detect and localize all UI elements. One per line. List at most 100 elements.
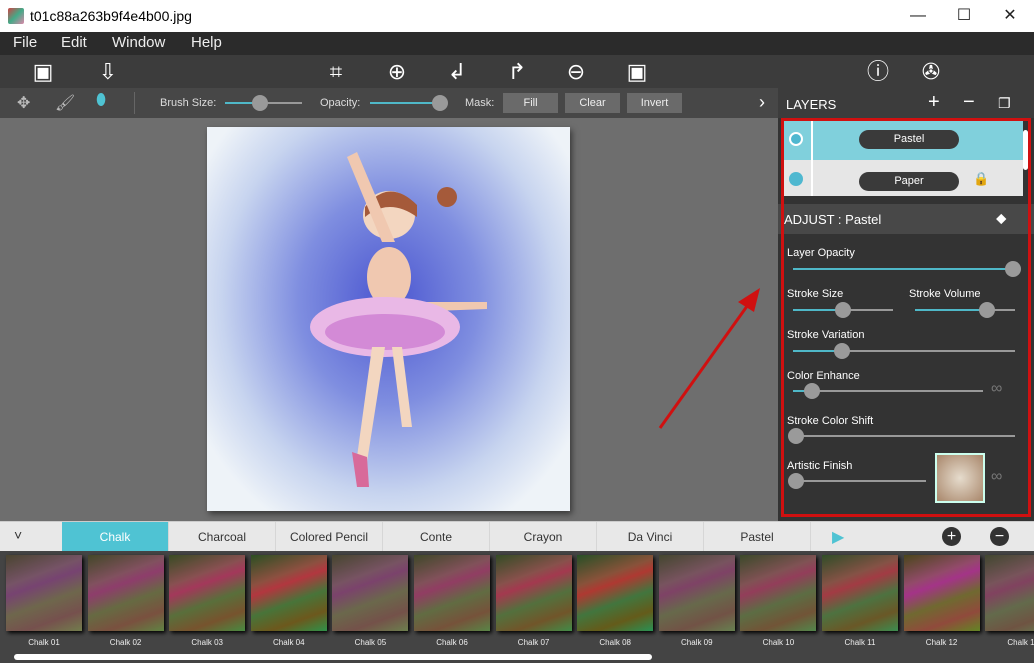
mask-clear-button[interactable]: Clear bbox=[565, 93, 620, 113]
tab-crayon[interactable]: Crayon bbox=[490, 522, 597, 552]
color-enhance-slider[interactable] bbox=[793, 383, 983, 399]
preset-label: Chalk 01 bbox=[28, 638, 60, 647]
layer-item-paper[interactable]: Paper 🔒 bbox=[781, 160, 1023, 196]
preset-label: Chalk 05 bbox=[354, 638, 387, 647]
tab-conte[interactable]: Conte bbox=[383, 522, 490, 552]
red-arrow-annotation bbox=[658, 288, 760, 429]
link-icon[interactable]: ∞ bbox=[991, 380, 1002, 398]
brush-size-slider[interactable] bbox=[225, 95, 302, 111]
preset-label: Chalk 12 bbox=[925, 638, 958, 647]
collapse-chevron-icon[interactable]: ˅ bbox=[14, 527, 22, 543]
save-icon[interactable]: ⇩ bbox=[95, 59, 121, 85]
zoom-out-icon[interactable]: ⊖ bbox=[563, 59, 589, 85]
preset-label: Chalk 08 bbox=[599, 638, 631, 647]
eraser-icon[interactable]: ⬮ bbox=[96, 92, 106, 110]
expand-chevron-icon[interactable]: › bbox=[759, 92, 765, 113]
maximize-button[interactable]: ☐ bbox=[941, 0, 987, 32]
settings-icon[interactable]: ✇ bbox=[918, 59, 944, 85]
preset-label: Chalk 09 bbox=[681, 638, 713, 647]
tab-da-vinci[interactable]: Da Vinci bbox=[597, 522, 704, 552]
preset-label: Chalk 03 bbox=[191, 638, 223, 647]
adjust-title: ADJUST : Pastel bbox=[784, 212, 882, 227]
ballerina-illustration bbox=[310, 152, 487, 487]
brush-options-bar: ✥ 🖌 ⬮ Brush Size: Opacity: Mask: Fill Cl… bbox=[0, 88, 778, 118]
open-image-icon[interactable]: ▣ bbox=[30, 59, 56, 85]
preset-thumbnail[interactable] bbox=[414, 555, 490, 631]
preset-label: Chalk 06 bbox=[436, 638, 468, 647]
layer-visibility-toggle[interactable] bbox=[789, 172, 803, 186]
preset-thumbnail[interactable] bbox=[658, 555, 735, 631]
preset-thumbnail[interactable] bbox=[985, 555, 1034, 631]
add-preset-button[interactable]: + bbox=[942, 527, 961, 546]
preset-thumbnail[interactable] bbox=[250, 555, 327, 631]
layer-name[interactable]: Paper bbox=[859, 172, 959, 191]
undo-icon[interactable]: ↲ bbox=[444, 59, 470, 85]
menu-window[interactable]: Window bbox=[112, 34, 165, 51]
title-bar: t01c88a263b9f4e4b00.jpg — ☐ ✕ bbox=[0, 0, 1034, 32]
preset-thumbnail[interactable] bbox=[577, 555, 654, 631]
layers-title: LAYERS bbox=[786, 97, 837, 112]
stroke-variation-slider[interactable] bbox=[793, 343, 1015, 359]
move-icon[interactable]: ✥ bbox=[17, 93, 30, 113]
crop-icon[interactable]: ⌗ bbox=[323, 59, 349, 85]
mask-fill-button[interactable]: Fill bbox=[503, 93, 558, 113]
minimize-button[interactable]: — bbox=[895, 0, 941, 32]
menu-file[interactable]: File bbox=[13, 34, 37, 51]
menu-edit[interactable]: Edit bbox=[61, 34, 87, 51]
layer-name[interactable]: Pastel bbox=[859, 130, 959, 149]
link-icon[interactable]: ∞ bbox=[991, 468, 1002, 486]
layer-visibility-toggle[interactable] bbox=[789, 132, 803, 146]
preset-strip: Chalk 01 Chalk 02 Chalk 03 Chalk 04 Chalk 05… bbox=[0, 551, 1034, 663]
layers-scrollbar[interactable] bbox=[1023, 130, 1028, 170]
duplicate-layer-icon[interactable]: ❐ bbox=[998, 95, 1011, 112]
lock-icon[interactable]: 🔒 bbox=[973, 171, 989, 187]
remove-layer-button[interactable]: − bbox=[963, 91, 975, 114]
fit-image-icon[interactable]: ▣ bbox=[624, 59, 650, 85]
right-panel: LAYERS + − ❐ Pastel Paper 🔒 ADJUST : Pas… bbox=[778, 88, 1034, 521]
style-tabs: ˅ Chalk Charcoal Colored Pencil Conte Cr… bbox=[0, 521, 1034, 552]
adjust-header: ADJUST : Pastel ⬥ bbox=[778, 204, 1034, 234]
main-toolbar: ▣ ⇩ ⌗ ⊕ ↲ ↱ ⊖ ▣ ⓘ ✇ bbox=[0, 55, 1034, 88]
preset-thumbnail[interactable] bbox=[822, 555, 898, 631]
tab-chalk[interactable]: Chalk bbox=[62, 522, 169, 552]
redo-icon[interactable]: ↱ bbox=[504, 59, 530, 85]
remove-preset-button[interactable]: − bbox=[990, 527, 1009, 546]
next-tabs-arrow-icon[interactable]: ▶ bbox=[832, 527, 844, 547]
preset-thumbnail[interactable] bbox=[740, 555, 817, 631]
preset-thumbnail[interactable] bbox=[6, 555, 82, 631]
preset-thumbnail[interactable] bbox=[169, 555, 246, 631]
mask-label: Mask: bbox=[465, 97, 495, 109]
layer-opacity-label: Layer Opacity bbox=[787, 247, 855, 259]
preset-scrollbar[interactable] bbox=[14, 654, 652, 660]
stroke-size-slider[interactable] bbox=[793, 302, 893, 318]
add-layer-button[interactable]: + bbox=[928, 91, 940, 114]
app-icon bbox=[8, 8, 24, 24]
stroke-color-shift-slider[interactable] bbox=[788, 428, 1015, 444]
finish-texture-thumbnail[interactable] bbox=[935, 453, 985, 503]
window-title: t01c88a263b9f4e4b00.jpg bbox=[30, 8, 192, 24]
info-icon[interactable]: ⓘ bbox=[865, 59, 891, 85]
artistic-finish-label: Artistic Finish bbox=[787, 460, 853, 472]
preset-label: Chalk 02 bbox=[109, 638, 142, 647]
mask-invert-button[interactable]: Invert bbox=[627, 93, 682, 113]
opacity-slider[interactable] bbox=[370, 95, 448, 111]
preset-thumbnail[interactable] bbox=[903, 555, 980, 631]
randomize-dice-icon[interactable]: ⬥ bbox=[996, 210, 1007, 227]
layer-opacity-slider[interactable] bbox=[793, 261, 1021, 277]
tab-pastel[interactable]: Pastel bbox=[704, 522, 811, 552]
artistic-finish-slider[interactable] bbox=[788, 473, 926, 489]
preset-thumbnail[interactable] bbox=[332, 555, 409, 631]
preset-thumbnail[interactable] bbox=[495, 555, 572, 631]
brush-icon[interactable]: 🖌 bbox=[55, 93, 75, 113]
preset-thumbnail[interactable] bbox=[87, 555, 164, 631]
layer-item-pastel[interactable]: Pastel bbox=[781, 118, 1023, 160]
stroke-volume-slider[interactable] bbox=[915, 302, 1015, 318]
preset-label: Chalk 10 bbox=[762, 638, 795, 647]
close-button[interactable]: ✕ bbox=[987, 0, 1033, 32]
tab-charcoal[interactable]: Charcoal bbox=[169, 522, 276, 552]
preset-label: Chalk 07 bbox=[517, 638, 550, 647]
menu-help[interactable]: Help bbox=[191, 34, 222, 51]
tab-colored-pencil[interactable]: Colored Pencil bbox=[276, 522, 383, 552]
preset-label: Chalk 11 bbox=[844, 638, 876, 647]
zoom-in-icon[interactable]: ⊕ bbox=[384, 59, 410, 85]
